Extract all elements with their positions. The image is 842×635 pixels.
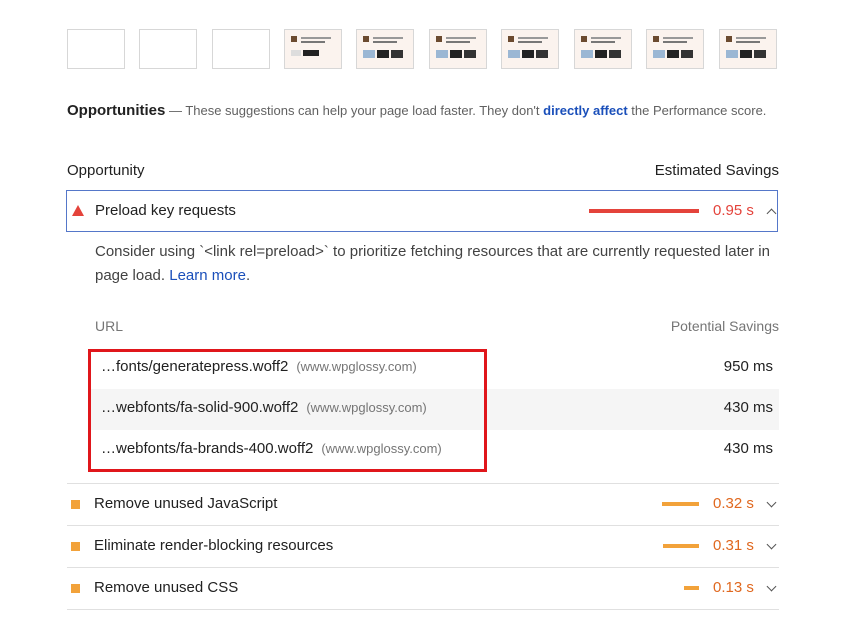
average-square-icon bbox=[71, 542, 80, 551]
estimated-savings-column-header: Estimated Savings bbox=[654, 162, 779, 179]
opportunities-title: Opportunities bbox=[67, 102, 166, 119]
url-column-header: URL bbox=[95, 318, 124, 334]
fail-triangle-icon bbox=[72, 205, 84, 216]
audit-saving: 0.13 s bbox=[713, 579, 754, 596]
audit-remove-unused-javascript[interactable]: Remove unused JavaScript 0.32 s bbox=[67, 484, 779, 526]
audit-saving: 0.32 s bbox=[713, 495, 754, 512]
opportunities-description-suffix: the Performance score. bbox=[627, 103, 767, 118]
chevron-down-icon[interactable] bbox=[766, 581, 777, 592]
filmstrip bbox=[67, 29, 779, 71]
audit-eliminate-render-blocking-resources[interactable]: Eliminate render-blocking resources 0.31… bbox=[67, 526, 779, 568]
filmstrip-frame bbox=[646, 29, 704, 69]
chevron-up-icon[interactable] bbox=[766, 208, 777, 219]
audit-title: Remove unused CSS bbox=[94, 579, 239, 596]
opportunity-column-header: Opportunity bbox=[67, 162, 145, 179]
average-square-icon bbox=[71, 584, 80, 593]
savings-bar bbox=[589, 209, 699, 213]
audit-saving: 0.95 s bbox=[713, 202, 754, 219]
filmstrip-frame bbox=[284, 29, 342, 69]
filmstrip-frame bbox=[212, 29, 270, 69]
resource-savings: 430 ms bbox=[723, 399, 773, 416]
learn-more-link[interactable]: Learn more bbox=[169, 267, 246, 284]
filmstrip-frame bbox=[139, 29, 197, 69]
savings-bar bbox=[662, 502, 699, 506]
filmstrip-frame bbox=[501, 29, 559, 69]
filmstrip-frame bbox=[356, 29, 414, 69]
audit-description: Consider using `<link rel=preload>` to p… bbox=[95, 240, 775, 288]
directly-affect-link[interactable]: directly affect bbox=[543, 103, 628, 118]
savings-bar bbox=[663, 544, 699, 548]
audit-preload-key-requests[interactable]: Preload key requests 0.95 s bbox=[66, 190, 778, 232]
opportunities-header: Opportunities — These suggestions can he… bbox=[67, 99, 779, 123]
audit-title: Preload key requests bbox=[95, 202, 236, 219]
potential-savings-column-header: Potential Savings bbox=[670, 318, 779, 334]
resource-savings: 950 ms bbox=[723, 358, 773, 375]
opportunities-description: — These suggestions can help your page l… bbox=[165, 103, 544, 118]
audit-remove-unused-css[interactable]: Remove unused CSS 0.13 s bbox=[67, 568, 779, 610]
learn-more-suffix: . bbox=[245, 267, 251, 284]
savings-bar bbox=[684, 586, 699, 590]
chevron-down-icon[interactable] bbox=[766, 497, 777, 508]
audit-saving: 0.31 s bbox=[713, 537, 754, 554]
audit-title: Eliminate render-blocking resources bbox=[94, 537, 334, 554]
filmstrip-frame bbox=[67, 29, 125, 69]
resource-savings: 430 ms bbox=[723, 440, 773, 457]
chevron-down-icon[interactable] bbox=[766, 539, 777, 550]
filmstrip-frame bbox=[429, 29, 487, 69]
average-square-icon bbox=[71, 500, 80, 509]
audit-title: Remove unused JavaScript bbox=[94, 495, 278, 512]
highlight-box bbox=[88, 349, 487, 472]
filmstrip-frame bbox=[719, 29, 777, 69]
filmstrip-frame bbox=[574, 29, 632, 69]
